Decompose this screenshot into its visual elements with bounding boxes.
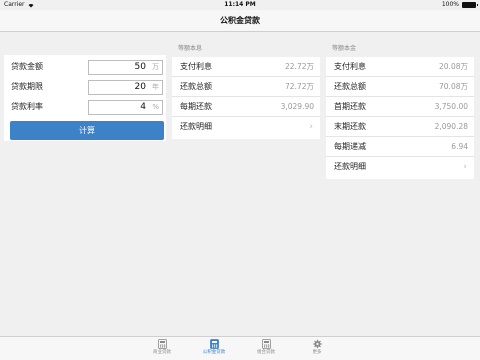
loan-amount-field[interactable]: 50 万: [88, 60, 163, 75]
tab-housing-fund-loan[interactable]: 公积金贷款: [194, 339, 234, 360]
result-label: 还款总额: [180, 82, 212, 91]
tab-label: 更多: [312, 350, 322, 355]
equal-installment-card: 支付利息 22.72万 还款总额 72.72万 每期还款 3,029.90 还款…: [172, 57, 320, 139]
result-value: 22.72万: [285, 62, 314, 71]
status-right: 100%: [441, 0, 478, 10]
result-label: 支付利息: [334, 62, 366, 71]
result-value: 20.08万: [439, 62, 468, 71]
equal-principal-title: 等额本金: [332, 45, 357, 52]
equal-installment-monthly-row: 每期还款 3,029.90: [172, 97, 320, 117]
equal-principal-first-row: 首期还款 3,750.00: [326, 97, 474, 117]
tab-label: 商业贷款: [153, 350, 171, 355]
tab-more[interactable]: 更多: [297, 339, 337, 360]
loan-term-unit: 年: [152, 83, 159, 91]
result-label: 还款明细: [180, 122, 212, 131]
equal-installment-interest-row: 支付利息 22.72万: [172, 57, 320, 77]
equal-principal-decrement-row: 每期递减 6.94: [326, 137, 474, 157]
result-value: 72.72万: [285, 82, 314, 91]
result-label: 每期递减: [334, 142, 366, 151]
result-label: 还款总额: [334, 82, 366, 91]
chevron-right-icon: ›: [463, 162, 467, 172]
nav-bar: 公积金贷款: [0, 10, 480, 32]
calculate-button[interactable]: 计算: [10, 121, 164, 140]
loan-amount-value: 50: [134, 62, 146, 72]
loan-amount-label: 贷款金额: [11, 62, 43, 71]
calculator-icon: [209, 339, 219, 349]
result-value: 2,090.28: [434, 122, 468, 131]
equal-principal-card: 支付利息 20.08万 还款总额 70.08万 首期还款 3,750.00 末期…: [326, 57, 474, 179]
calculator-icon: [261, 339, 271, 349]
tab-label: 组合贷款: [257, 350, 275, 355]
interest-rate-label: 贷款利率: [11, 102, 43, 111]
battery-icon: [462, 2, 478, 8]
status-bar: Carrier 11:14 PM 100%: [0, 0, 480, 10]
result-value: 70.08万: [439, 82, 468, 91]
tab-label: 公积金贷款: [202, 350, 226, 355]
result-label: 支付利息: [180, 62, 212, 71]
loan-input-card: 贷款金额 50 万 贷款期限 20 年 贷款利率 4 % 计算: [4, 55, 166, 141]
equal-installment-title: 等额本息: [178, 45, 203, 52]
gear-icon: [312, 339, 322, 349]
status-time: 11:14 PM: [224, 1, 256, 8]
result-value: 3,750.00: [434, 102, 468, 111]
equal-principal-details-row[interactable]: 还款明细 ›: [326, 157, 474, 177]
tab-commercial-loan[interactable]: 商业贷款: [142, 339, 182, 360]
tab-bar: 商业贷款 公积金贷款 组合贷款 更多: [0, 336, 480, 360]
loan-amount-unit: 万: [152, 63, 159, 71]
tab-combined-loan[interactable]: 组合贷款: [246, 339, 286, 360]
result-value: 6.94: [451, 142, 468, 151]
loan-term-row: 贷款期限 20 年: [4, 77, 166, 97]
equal-principal-last-row: 末期还款 2,090.28: [326, 117, 474, 137]
equal-installment-details-row[interactable]: 还款明细 ›: [172, 117, 320, 137]
equal-principal-total-row: 还款总额 70.08万: [326, 77, 474, 97]
chevron-right-icon: ›: [309, 122, 313, 132]
loan-term-value: 20: [134, 82, 146, 92]
interest-rate-field[interactable]: 4 %: [88, 100, 163, 115]
result-value: 3,029.90: [280, 102, 314, 111]
interest-rate-value: 4: [140, 102, 146, 112]
result-label: 还款明细: [334, 162, 366, 171]
battery-percent: 100%: [441, 1, 459, 8]
page-title: 公积金贷款: [220, 16, 260, 25]
loan-amount-row: 贷款金额 50 万: [4, 57, 166, 77]
equal-installment-total-row: 还款总额 72.72万: [172, 77, 320, 97]
result-label: 每期还款: [180, 102, 212, 111]
interest-rate-unit: %: [152, 103, 159, 111]
equal-principal-interest-row: 支付利息 20.08万: [326, 57, 474, 77]
interest-rate-row: 贷款利率 4 %: [4, 97, 166, 117]
result-label: 首期还款: [334, 102, 366, 111]
result-label: 末期还款: [334, 122, 366, 131]
loan-term-label: 贷款期限: [11, 82, 43, 91]
loan-term-field[interactable]: 20 年: [88, 80, 163, 95]
calculator-icon: [157, 339, 167, 349]
